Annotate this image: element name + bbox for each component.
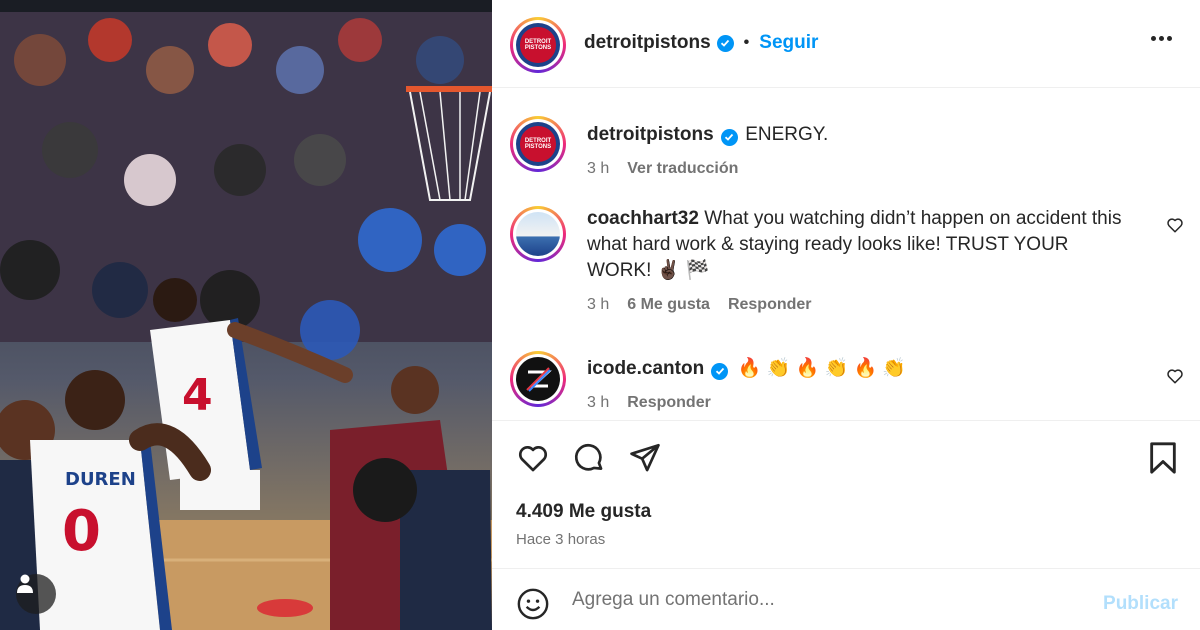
photo-illustration: 4 DUREN 0 xyxy=(0,12,492,630)
share-icon[interactable] xyxy=(628,441,662,475)
logo-text-line2: PISTONS xyxy=(524,144,552,150)
translate-link[interactable]: Ver traducción xyxy=(627,156,738,182)
icode-logo xyxy=(516,357,560,401)
comment-avatar[interactable] xyxy=(510,351,566,407)
heart-icon[interactable] xyxy=(516,441,550,475)
pistons-logo: DETROIT PISTONS xyxy=(516,23,560,67)
header-username[interactable]: detroitpistons xyxy=(584,32,711,54)
post-photo[interactable]: 4 DUREN 0 xyxy=(0,0,492,630)
reply-button[interactable]: Responder xyxy=(627,390,711,416)
jersey-name-front: DUREN xyxy=(65,469,136,490)
comment-time: 3 h xyxy=(587,296,610,313)
post-side-panel: DETROIT PISTONS detroitpistons • Seguir xyxy=(492,0,1200,630)
emoji-icon[interactable] xyxy=(516,587,550,621)
follow-button[interactable]: Seguir xyxy=(759,32,818,54)
heart-icon[interactable] xyxy=(1166,367,1184,385)
comment-input[interactable] xyxy=(572,585,1072,615)
bookmark-icon[interactable] xyxy=(1148,441,1178,475)
comment-username[interactable]: icode.canton xyxy=(587,358,704,379)
comment-text: 🔥 👏 🔥 👏 🔥 👏 xyxy=(737,358,907,379)
post-time: Hace 3 horas xyxy=(516,531,606,548)
logo-text-line2: PISTONS xyxy=(524,45,552,51)
coach-avatar-image xyxy=(516,212,560,256)
tagged-user-icon xyxy=(17,574,33,593)
caption-username[interactable]: detroitpistons xyxy=(587,124,714,145)
comment-time: 3 h xyxy=(587,394,610,411)
avatar[interactable]: DETROIT PISTONS xyxy=(510,17,566,73)
add-comment-bar: Publicar xyxy=(492,568,1200,630)
likes-count[interactable]: 4.409 Me gusta xyxy=(516,501,651,523)
comment-avatar[interactable] xyxy=(510,206,566,262)
publish-button[interactable]: Publicar xyxy=(1103,593,1178,615)
comment-icon[interactable] xyxy=(572,441,606,475)
verified-icon xyxy=(716,34,734,52)
comment-likes[interactable]: 6 Me gusta xyxy=(627,292,710,318)
caption-text: ENERGY. xyxy=(745,124,829,145)
tagged-user-button[interactable] xyxy=(16,574,56,614)
caption-avatar[interactable]: DETROIT PISTONS xyxy=(510,116,566,172)
caption-time: 3 h xyxy=(587,160,610,177)
heart-icon[interactable] xyxy=(1166,216,1184,234)
comments-list[interactable]: DETROIT PISTONS detroitpistons ENERGY. 3 … xyxy=(492,89,1200,419)
post-header: DETROIT PISTONS detroitpistons • Seguir xyxy=(492,0,1200,88)
reply-button[interactable]: Responder xyxy=(728,292,812,318)
pistons-logo: DETROIT PISTONS xyxy=(516,122,560,166)
verified-icon xyxy=(720,128,738,146)
jersey-number-back: 4 xyxy=(182,370,213,421)
post-actions: 4.409 Me gusta Hace 3 horas xyxy=(492,420,1200,568)
comment-username[interactable]: coachhart32 xyxy=(587,208,699,229)
separator-dot: • xyxy=(743,34,750,51)
more-options-icon[interactable] xyxy=(1151,36,1172,41)
jersey-number-front: 0 xyxy=(62,499,101,564)
verified-icon xyxy=(711,362,729,380)
